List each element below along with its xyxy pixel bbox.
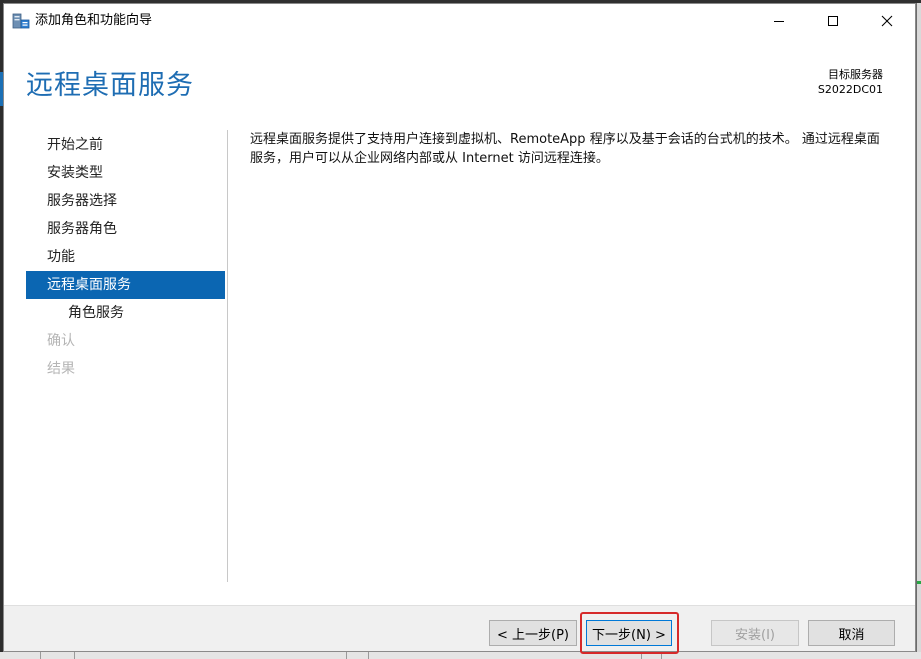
server-manager-icon	[12, 13, 30, 29]
nav-item-confirmation: 确认	[47, 333, 75, 349]
background-tick	[40, 652, 41, 659]
nav-item-before-you-begin[interactable]: 开始之前	[26, 131, 225, 159]
wizard-window: 添加角色和功能向导 远程桌面服务 目标服务器 S2022DC01 开始之前 安装…	[3, 3, 916, 654]
minimize-button[interactable]	[756, 4, 802, 38]
background-window-edge	[917, 3, 921, 659]
maximize-button[interactable]	[810, 4, 856, 38]
nav-divider	[227, 130, 228, 582]
background-status-mark	[917, 581, 921, 584]
close-button[interactable]	[864, 4, 910, 38]
nav-item-server-roles[interactable]: 服务器角色	[26, 215, 225, 243]
page-title: 远程桌面服务	[26, 70, 194, 101]
target-server-label: 目标服务器	[828, 68, 883, 81]
nav-item-remote-desktop-services[interactable]: 远程桌面服务	[26, 271, 225, 299]
wizard-nav: 开始之前 安装类型 服务器选择 服务器角色 功能 远程桌面服务 角色服务 确认 …	[26, 131, 225, 383]
nav-item-features[interactable]: 功能	[26, 243, 225, 271]
background-tick	[74, 652, 75, 659]
nav-item-server-selection[interactable]: 服务器选择	[26, 187, 225, 215]
install-button: 安装(I)	[711, 620, 799, 646]
background-window-bottom	[0, 652, 921, 659]
close-icon	[881, 12, 893, 31]
nav-item-results: 结果	[47, 361, 75, 377]
maximize-icon	[827, 12, 839, 31]
nav-item-installation-type[interactable]: 安装类型	[26, 159, 225, 187]
target-server-value: S2022DC01	[817, 83, 883, 96]
cancel-button[interactable]: 取消	[808, 620, 895, 646]
window-title: 添加角色和功能向导	[35, 13, 153, 28]
background-tick	[661, 652, 662, 659]
content-panel: 远程桌面服务提供了支持用户连接到虚拟机、RemoteApp 程序以及基于会话的台…	[250, 130, 890, 168]
title-bar[interactable]: 添加角色和功能向导	[4, 4, 915, 38]
button-bar: < 上一步(P) 下一步(N) > 安装(I) 取消	[4, 605, 915, 654]
background-tick	[368, 652, 369, 659]
next-button[interactable]: 下一步(N) >	[586, 620, 672, 646]
nav-item-role-services[interactable]: 角色服务	[26, 299, 225, 327]
background-tick	[641, 652, 642, 659]
page-header: 远程桌面服务 目标服务器 S2022DC01	[4, 38, 915, 118]
description-text: 远程桌面服务提供了支持用户连接到虚拟机、RemoteApp 程序以及基于会话的台…	[250, 132, 880, 166]
background-tick	[346, 652, 347, 659]
previous-button[interactable]: < 上一步(P)	[489, 620, 577, 646]
minimize-icon	[773, 12, 785, 31]
